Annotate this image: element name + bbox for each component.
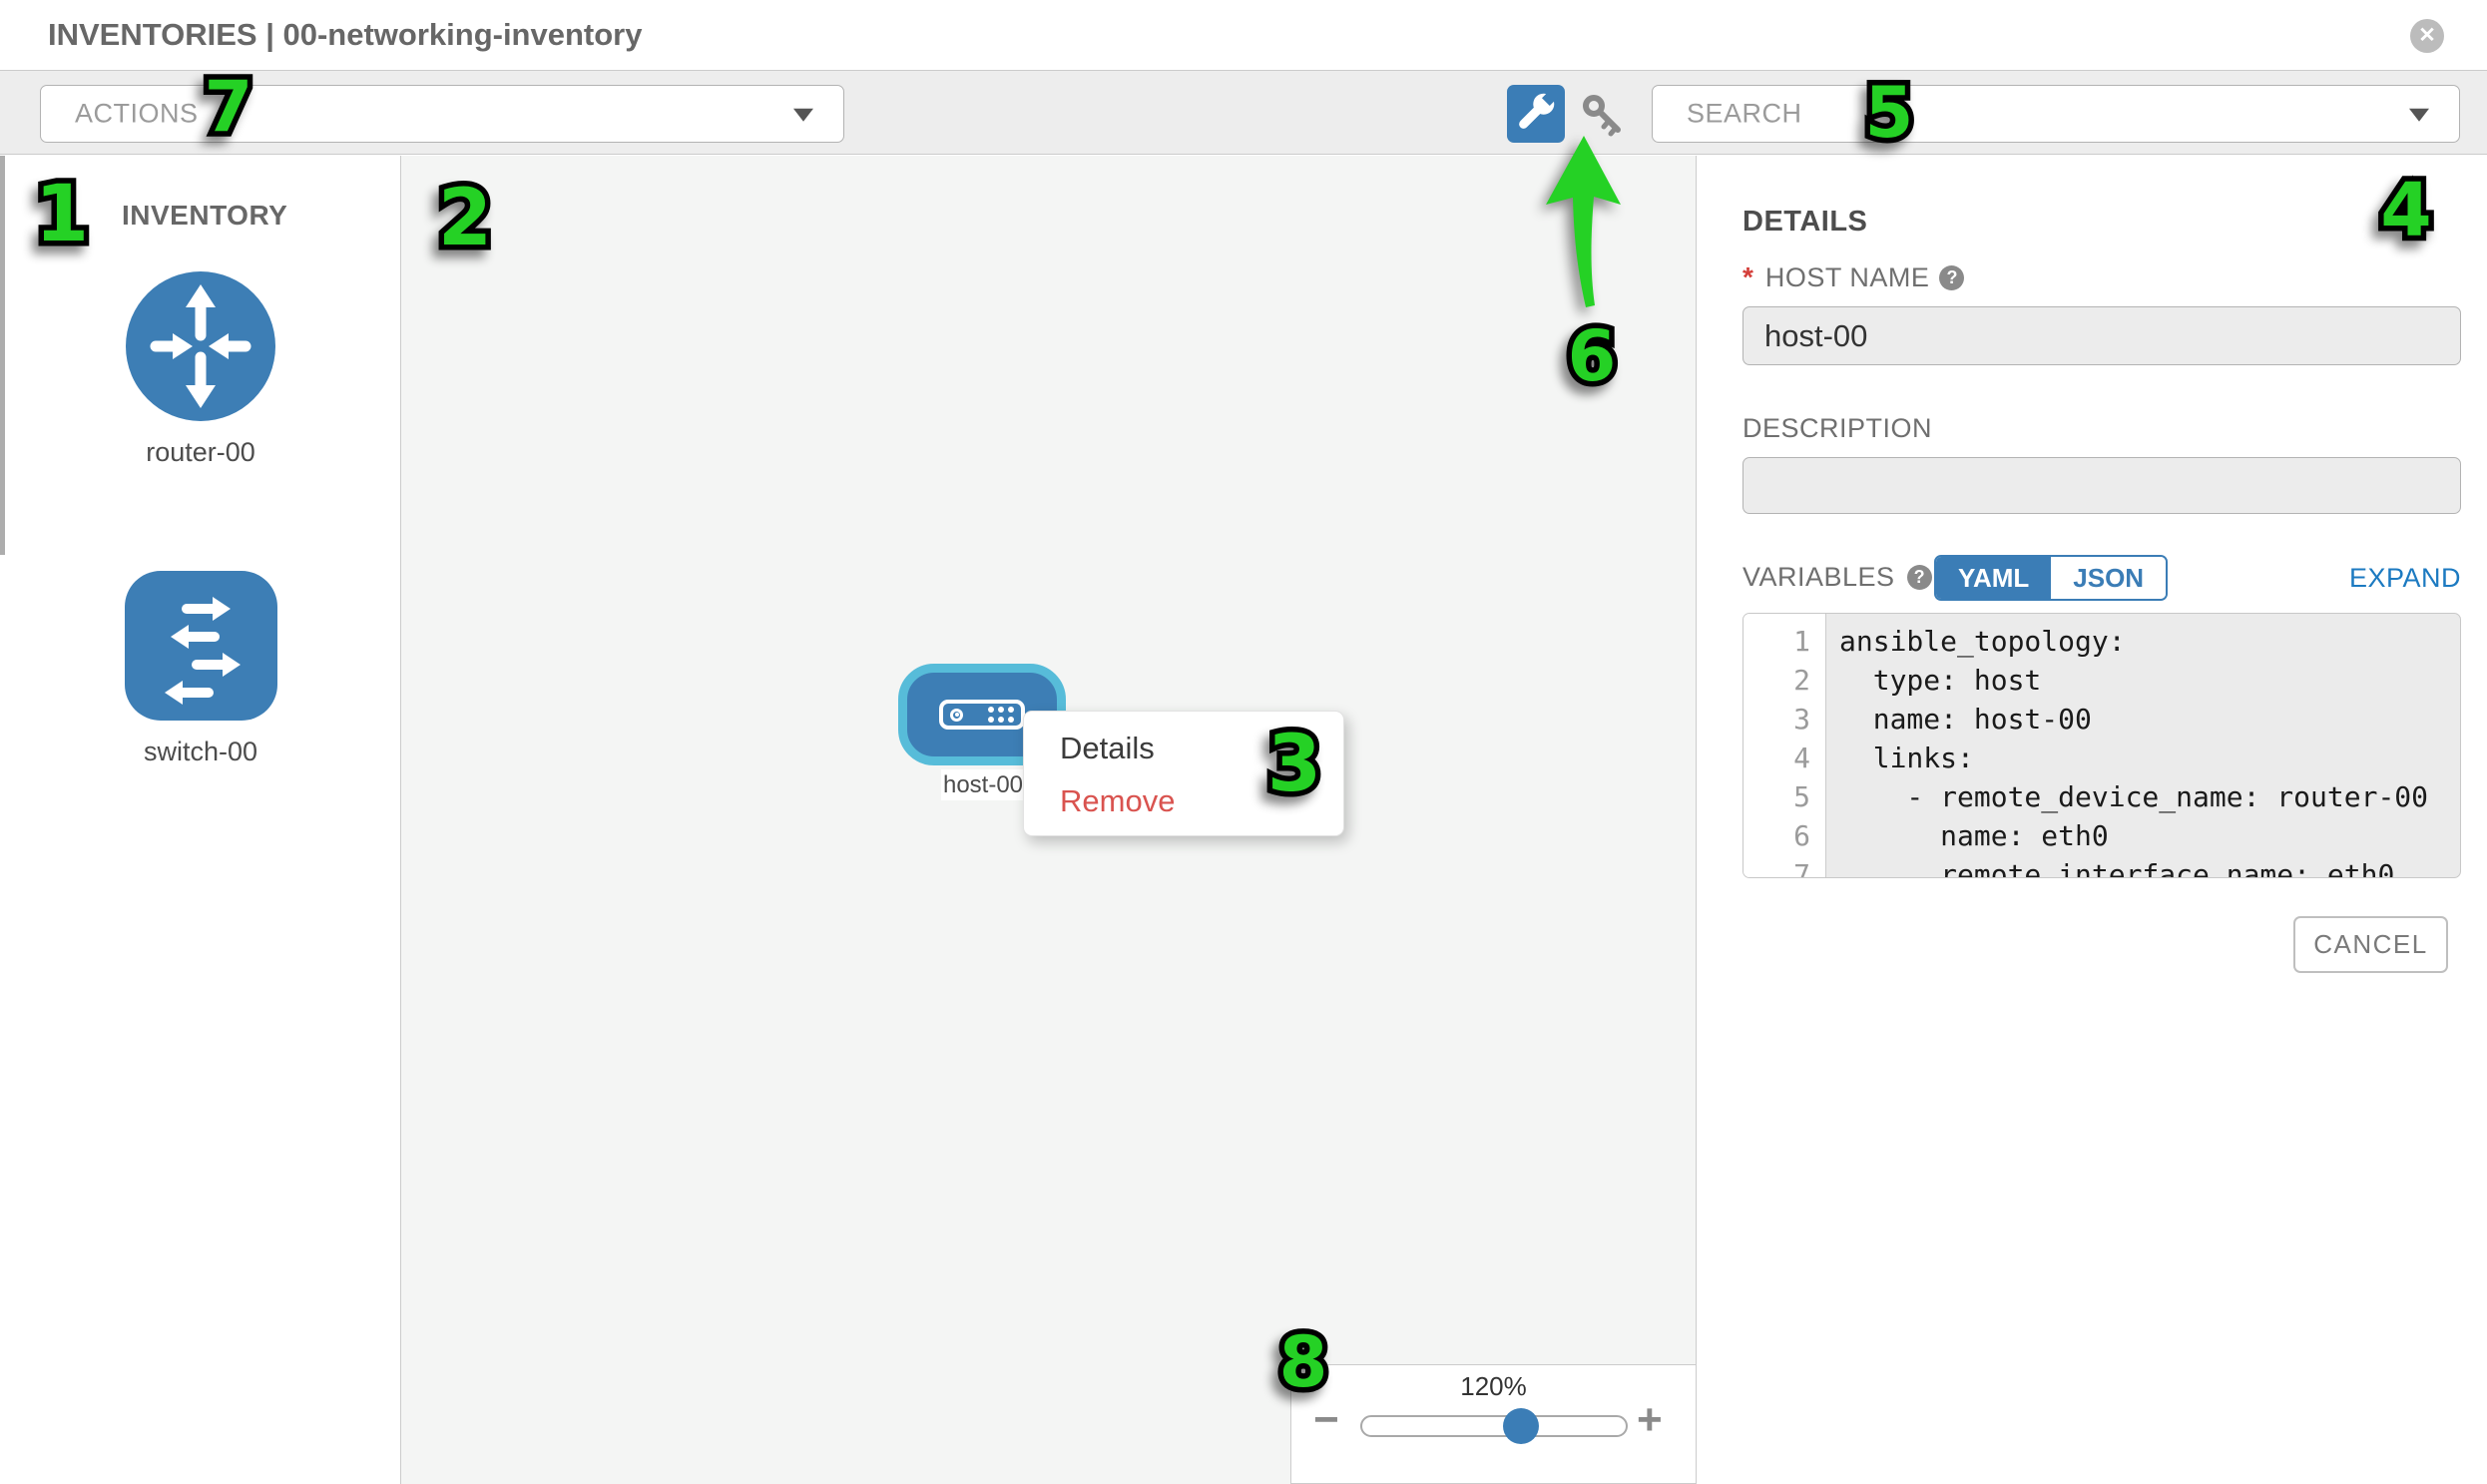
details-panel: DETAILS * HOST NAME ? DESCRIPTION VARIAB…: [1698, 156, 2487, 1484]
tab-json[interactable]: JSON: [2051, 557, 2166, 599]
help-icon[interactable]: ?: [1907, 565, 1932, 590]
key-icon: [1580, 92, 1626, 138]
description-input[interactable]: [1742, 457, 2461, 514]
palette-item-label: switch-00: [0, 737, 401, 767]
variables-code-editor[interactable]: 1ansible_topology: 2 type: host 3 name: …: [1742, 613, 2461, 878]
zoom-control: 120% − +: [1290, 1364, 1697, 1484]
zoom-out-button[interactable]: −: [1313, 1395, 1339, 1445]
actions-dropdown[interactable]: ACTIONS: [40, 85, 844, 143]
configure-wrench-button[interactable]: [1507, 85, 1565, 143]
editor-line: 7 remote_interface_name: eth0: [1743, 855, 2460, 878]
help-icon[interactable]: ?: [1939, 265, 1964, 290]
search-dropdown[interactable]: SEARCH: [1652, 85, 2460, 143]
inventory-palette-sidebar: INVENTORY router-00: [0, 156, 401, 1484]
topology-canvas[interactable]: host-00 Details Remove 120% − +: [401, 156, 1697, 1484]
context-menu-remove[interactable]: Remove: [1024, 774, 1343, 827]
chevron-down-icon: [793, 109, 813, 122]
inventory-topology-app: INVENTORIES | 00-networking-inventory ✕ …: [0, 0, 2487, 1484]
host-name-label-row: * HOST NAME ?: [1742, 261, 1964, 293]
expand-link[interactable]: EXPAND: [2349, 563, 2461, 594]
node-context-menu: Details Remove: [1023, 711, 1344, 836]
chevron-down-icon: [2409, 109, 2429, 122]
router-icon: [126, 271, 275, 421]
toolbar: ACTIONS SEARCH: [0, 70, 2487, 155]
editor-line: 6 name: eth0: [1743, 816, 2460, 855]
close-icon[interactable]: ✕: [2410, 19, 2444, 53]
wrench-icon: [1507, 85, 1565, 143]
zoom-slider-track[interactable]: [1360, 1415, 1628, 1437]
host-name-input[interactable]: [1742, 306, 2461, 365]
inventory-palette-title: INVENTORY: [122, 200, 287, 232]
page-title: INVENTORIES | 00-networking-inventory: [48, 0, 642, 70]
zoom-slider-thumb[interactable]: [1503, 1408, 1539, 1444]
variables-label: VARIABLES: [1742, 562, 1895, 593]
key-credentials-button[interactable]: [1580, 92, 1626, 138]
tab-yaml[interactable]: YAML: [1936, 557, 2051, 599]
description-label: DESCRIPTION: [1742, 413, 1932, 444]
actions-dropdown-label: ACTIONS: [75, 99, 199, 130]
switch-icon: [125, 571, 277, 721]
editor-line: 1ansible_topology:: [1743, 622, 2460, 661]
editor-line: 4 links:: [1743, 739, 2460, 777]
required-asterisk: *: [1742, 261, 1753, 293]
host-server-icon: [939, 700, 1025, 730]
description-label-row: DESCRIPTION: [1742, 413, 1932, 444]
search-dropdown-label: SEARCH: [1687, 99, 1802, 130]
zoom-in-button[interactable]: +: [1637, 1395, 1663, 1445]
editor-line: 2 type: host: [1743, 661, 2460, 700]
variables-format-toggle: YAML JSON: [1934, 555, 2168, 601]
palette-item-label: router-00: [0, 437, 401, 468]
details-panel-title: DETAILS: [1742, 206, 1867, 239]
editor-lines: 1ansible_topology: 2 type: host 3 name: …: [1743, 622, 2460, 878]
cancel-button[interactable]: CANCEL: [2293, 916, 2448, 973]
palette-item-router[interactable]: router-00: [0, 271, 401, 468]
editor-line: 5 - remote_device_name: router-00: [1743, 777, 2460, 816]
editor-line: 3 name: host-00: [1743, 700, 2460, 739]
palette-item-switch[interactable]: switch-00: [0, 571, 401, 767]
context-menu-details[interactable]: Details: [1024, 722, 1343, 774]
host-node-label: host-00: [941, 769, 1025, 800]
variables-row: VARIABLES ? YAML JSON EXPAND: [1742, 555, 2461, 599]
zoom-level-value: 120%: [1291, 1371, 1696, 1402]
host-name-label: HOST NAME: [1765, 262, 1930, 293]
